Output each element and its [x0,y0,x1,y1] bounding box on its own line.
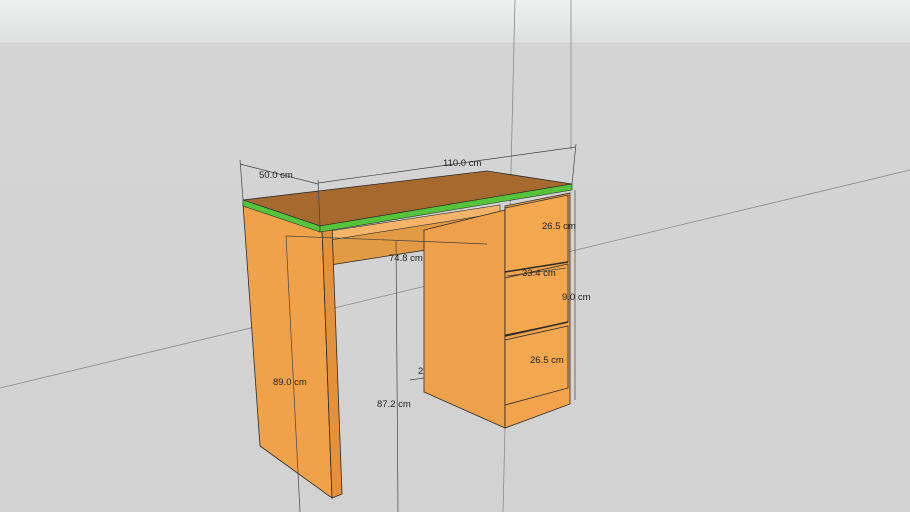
dim-leg-height-label: 89.0 cm [273,377,307,388]
dim-width-label: 110.0 cm [443,158,481,169]
dim-drawer-width-label: 33.4 cm [522,268,556,279]
dim-drawer-top-label: 26.5 cm [542,221,576,232]
dim-partial-line [409,377,425,381]
dim-drawer-bottom-label: 26.5 cm [530,355,564,366]
dim-depth-label: 50.0 cm [259,170,293,181]
3d-viewport[interactable]: 50.0 cm 110.0 cm 26.5 cm 74.8 cm 33.4 cm… [0,0,910,512]
drawer-top[interactable] [504,194,569,273]
desk-model-scene[interactable]: 50.0 cm 110.0 cm 26.5 cm 74.8 cm 33.4 cm… [0,0,910,512]
dim-partial-label: 2 [418,366,423,377]
dim-width-ext [571,143,577,185]
dim-drawer-middle-label: 9.0 cm [562,292,591,303]
dim-knee-height-label: 87.2 cm [377,399,411,410]
dim-knee-height-line [395,239,399,512]
dim-knee-width-label: 74.8 cm [389,253,423,264]
left-leg-outer-side[interactable] [242,203,333,499]
dim-depth-ext-1 [239,159,244,201]
pedestal-inner-side[interactable] [423,209,506,429]
